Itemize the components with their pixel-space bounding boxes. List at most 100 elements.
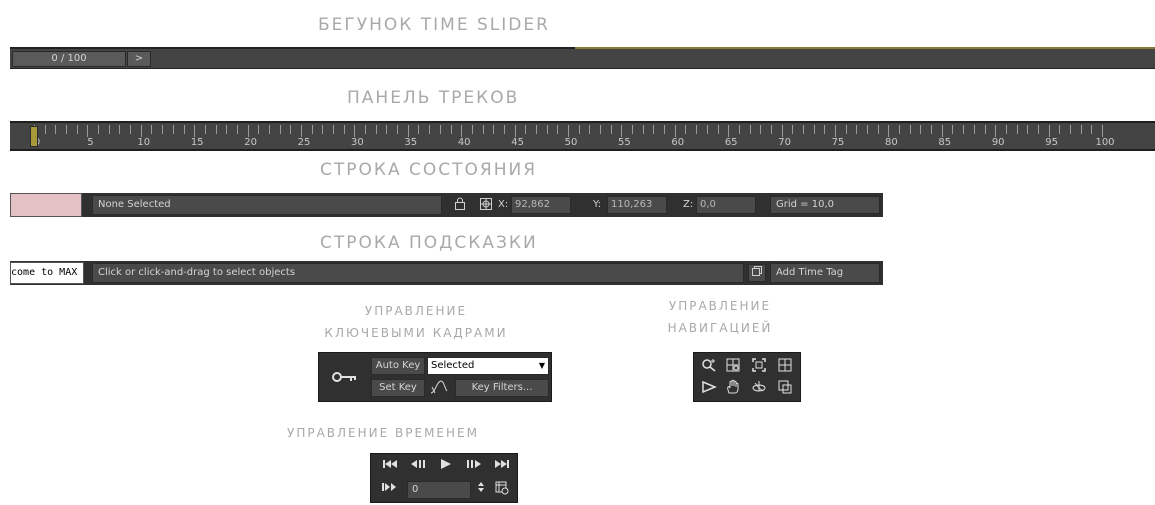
track-bar-tick	[802, 125, 804, 134]
track-bar-tick	[1102, 125, 1103, 137]
track-bar-tick	[749, 125, 751, 134]
track-bar-tick	[471, 125, 473, 134]
track-bar-tick	[995, 125, 997, 137]
time-slider-thumb[interactable]: 0 / 100	[12, 51, 126, 67]
set-key-button[interactable]: Set Key	[371, 379, 425, 397]
track-bar-tick	[322, 125, 324, 134]
auto-key-button[interactable]: Auto Key	[371, 357, 425, 375]
track-bar-tick	[706, 125, 708, 134]
prompt-bar: lcome to MAX Click or click-and-drag to …	[10, 261, 883, 285]
time-tag-icon[interactable]	[748, 264, 766, 282]
track-bar-tick	[450, 125, 452, 134]
track-bar-tick	[781, 125, 783, 137]
go-to-end-icon[interactable]	[489, 458, 515, 476]
track-bar-tick	[108, 125, 110, 134]
next-frame-icon[interactable]	[461, 458, 487, 476]
lock-icon[interactable]	[453, 197, 467, 211]
absolute-mode-icon[interactable]	[479, 197, 493, 211]
time-configuration-icon[interactable]	[493, 481, 511, 499]
key-mode-dropdown[interactable]: Selected ▼	[427, 357, 549, 375]
track-bar-tick	[172, 125, 174, 134]
key-mode-toggle-icon[interactable]	[377, 481, 401, 499]
track-bar-tick	[653, 125, 655, 134]
track-bar-tick	[856, 125, 858, 134]
track-bar-tick	[268, 125, 270, 134]
status-color-swatch[interactable]	[10, 193, 82, 217]
field-of-view-icon[interactable]	[698, 379, 720, 399]
zoom-extents-all-icon[interactable]	[774, 357, 796, 377]
track-bar-label: 30	[351, 137, 364, 148]
track-bar-tick	[728, 125, 730, 137]
z-coord-field[interactable]: 0,0	[696, 196, 756, 214]
track-bar-tick	[845, 125, 847, 134]
track-bar-tick	[835, 125, 836, 137]
frame-spinner-icon[interactable]	[475, 481, 487, 499]
track-bar-tick	[386, 125, 388, 134]
track-bar-label: 95	[1045, 137, 1058, 148]
track-bar-tick	[632, 125, 634, 134]
track-bar-tick	[610, 125, 612, 134]
time-slider-caption: БЕГУНОК TIME SLIDER	[318, 15, 550, 35]
maxscript-listener-field[interactable]: lcome to MAX	[10, 262, 84, 284]
track-bar-tick	[503, 125, 505, 134]
track-bar-tick	[824, 125, 826, 134]
track-bar-tick	[1027, 125, 1029, 134]
track-bar-tick	[1059, 125, 1061, 134]
track-bar[interactable]: 0510152025303540455055606570758085909510…	[10, 121, 1155, 151]
y-coord-label: Y:	[593, 199, 602, 210]
track-bar-tick	[717, 125, 719, 134]
add-time-tag-button[interactable]: Add Time Tag	[770, 263, 880, 283]
current-frame-field[interactable]: 0	[407, 481, 471, 499]
zoom-extents-icon[interactable]	[748, 357, 770, 377]
track-bar-label: 40	[457, 137, 471, 148]
track-bar-tick	[461, 125, 463, 137]
track-bar-tick	[1080, 125, 1082, 134]
track-bar-tick	[1048, 125, 1050, 137]
track-bar-tick	[931, 125, 933, 134]
track-bar-tick	[899, 125, 901, 134]
key-filters-button[interactable]: Key Filters...	[455, 379, 549, 397]
track-bar-tick	[279, 125, 281, 134]
track-bar-tick	[909, 125, 911, 134]
track-bar-tick	[1005, 125, 1007, 134]
track-bar-tick	[375, 125, 377, 134]
track-bar-tick	[354, 125, 356, 137]
zoom-all-icon[interactable]	[722, 357, 744, 377]
time-slider[interactable]: 0 / 100 >	[10, 47, 1155, 69]
go-to-start-icon[interactable]	[377, 458, 403, 476]
key-controls-panel: Auto Key Set Key Selected ▼ Key Filters.…	[318, 352, 552, 402]
current-frame-marker[interactable]	[30, 126, 38, 147]
grid-size-field: Grid = 10,0	[770, 196, 880, 214]
track-bar-tick	[290, 125, 292, 134]
chevron-down-icon: ▼	[538, 361, 545, 370]
time-controls-caption: УПРАВЛЕНИЕ ВРЕМЕНЕМ	[287, 426, 479, 440]
track-bar-tick	[204, 125, 206, 134]
status-bar-caption: СТРОКА СОСТОЯНИЯ	[320, 160, 537, 180]
previous-frame-icon[interactable]	[405, 458, 431, 476]
key-controls-caption-line1: УПРАВЛЕНИЕ	[364, 304, 468, 318]
track-bar-label: 60	[671, 137, 685, 148]
track-bar-tick	[514, 125, 516, 137]
track-bar-tick	[1016, 125, 1018, 134]
track-bar-tick	[770, 125, 772, 134]
x-coord-label: X:	[498, 199, 509, 210]
next-frame-button[interactable]: >	[127, 51, 151, 67]
track-bar-tick	[1069, 125, 1071, 134]
default-tangent-icon[interactable]	[427, 379, 451, 397]
track-bar-label: 90	[991, 137, 1005, 148]
maximize-viewport-icon[interactable]	[774, 379, 796, 399]
zoom-icon[interactable]	[698, 357, 720, 377]
track-bar-tick	[407, 125, 409, 137]
y-coord-field[interactable]: 110,263	[607, 196, 667, 214]
selection-status-field: None Selected	[92, 195, 442, 215]
key-controls-caption: УПРАВЛЕНИЕ КЛЮЧЕВЫМИ КАДРАМИ	[286, 300, 546, 344]
key-icon[interactable]	[325, 358, 365, 398]
track-bar-tick	[194, 125, 196, 137]
orbit-icon[interactable]	[748, 379, 770, 399]
track-bar-tick	[98, 125, 100, 134]
play-icon[interactable]	[433, 458, 459, 476]
x-coord-field[interactable]: 92,862	[511, 196, 571, 214]
track-bar-tick	[76, 125, 78, 134]
pan-hand-icon[interactable]	[722, 379, 744, 399]
track-bar-tick	[333, 125, 335, 134]
